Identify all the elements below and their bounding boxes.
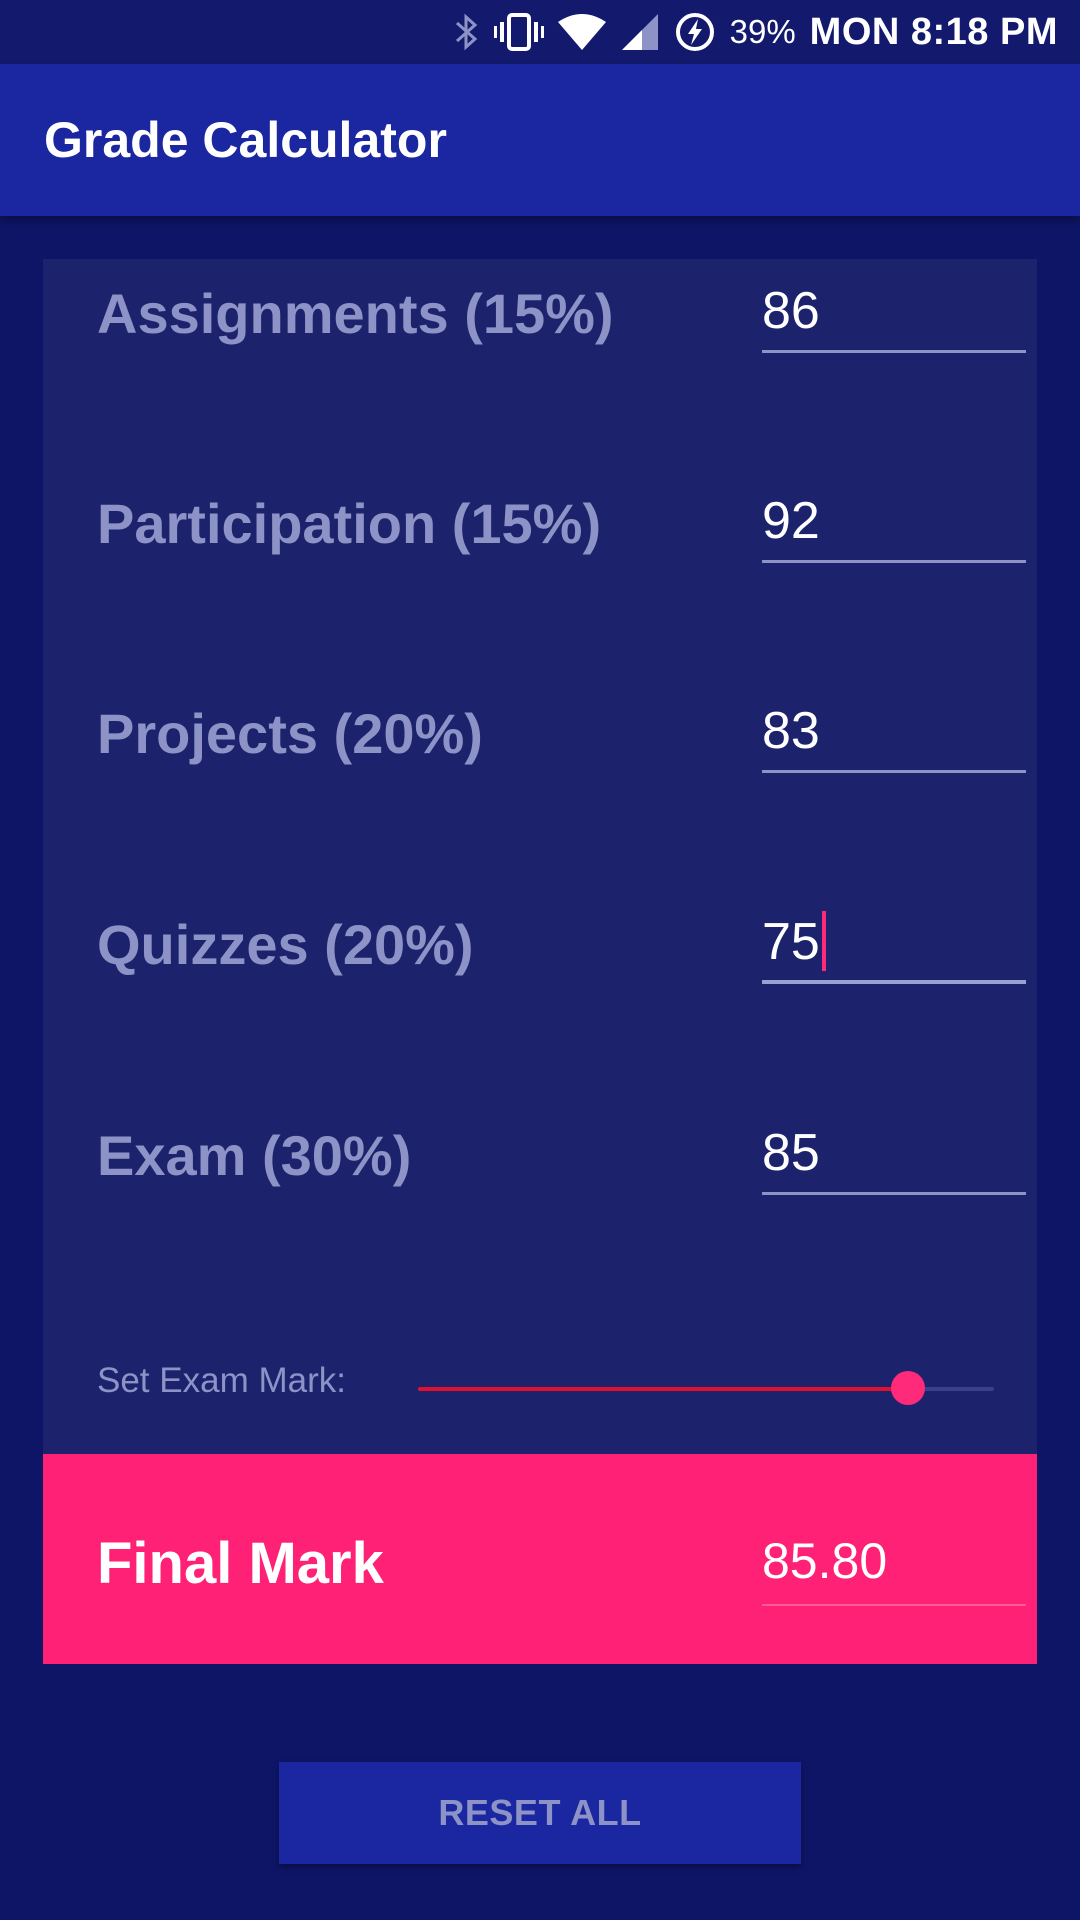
grades-card: Assignments (15%) 86 Participation (15%)… bbox=[43, 259, 1037, 1454]
grade-row-projects: Projects (20%) 83 bbox=[43, 679, 1037, 789]
grade-label: Quizzes (20%) bbox=[97, 913, 474, 976]
exam-input[interactable]: 85 bbox=[762, 1115, 1026, 1195]
slider-fill bbox=[418, 1387, 908, 1391]
grade-label: Projects (20%) bbox=[97, 702, 483, 765]
final-mark-field: 85.80 bbox=[762, 1524, 1026, 1606]
status-bar: 39% MON 8:18 PM bbox=[0, 0, 1080, 64]
exam-slider-row: Set Exam Mark: bbox=[43, 1349, 1037, 1439]
vibrate-icon bbox=[493, 12, 544, 52]
grade-value: 92 bbox=[762, 492, 820, 550]
slider-thumb[interactable] bbox=[890, 1371, 925, 1405]
grade-value: 85 bbox=[762, 1124, 820, 1182]
grade-row-exam: Exam (30%) 85 bbox=[43, 1101, 1037, 1211]
app-bar: Grade Calculator bbox=[0, 64, 1080, 216]
exam-mark-slider[interactable] bbox=[418, 1371, 994, 1405]
assignments-input[interactable]: 86 bbox=[762, 273, 1026, 353]
final-mark-value: 85.80 bbox=[762, 1533, 888, 1589]
wifi-icon bbox=[557, 12, 606, 52]
battery-percentage: 39% bbox=[729, 13, 796, 50]
bluetooth-icon bbox=[454, 12, 480, 52]
app-title: Grade Calculator bbox=[44, 112, 447, 168]
participation-input[interactable]: 92 bbox=[762, 483, 1026, 563]
reset-all-button[interactable]: RESET ALL bbox=[279, 1762, 801, 1864]
grade-value: 86 bbox=[762, 282, 820, 340]
final-mark-label: Final Mark bbox=[97, 1531, 384, 1596]
final-mark-panel: Final Mark 85.80 bbox=[43, 1454, 1037, 1664]
text-cursor bbox=[821, 911, 826, 972]
grade-label: Exam (30%) bbox=[97, 1124, 412, 1187]
grade-value: 83 bbox=[762, 702, 820, 760]
status-clock: MON 8:18 PM bbox=[809, 10, 1058, 53]
grade-label: Participation (15%) bbox=[97, 492, 602, 555]
signal-icon bbox=[620, 12, 660, 52]
grade-row-quizzes: Quizzes (20%) 75 bbox=[43, 890, 1037, 1000]
projects-input[interactable]: 83 bbox=[762, 693, 1026, 773]
battery-charging-icon bbox=[674, 11, 716, 53]
quizzes-input[interactable]: 75 bbox=[762, 904, 1026, 984]
grade-row-participation: Participation (15%) 92 bbox=[43, 469, 1037, 579]
grade-value: 75 bbox=[762, 911, 826, 975]
slider-label: Set Exam Mark: bbox=[97, 1361, 346, 1400]
grade-row-assignments: Assignments (15%) 86 bbox=[43, 259, 1037, 369]
grade-label: Assignments (15%) bbox=[97, 282, 614, 345]
